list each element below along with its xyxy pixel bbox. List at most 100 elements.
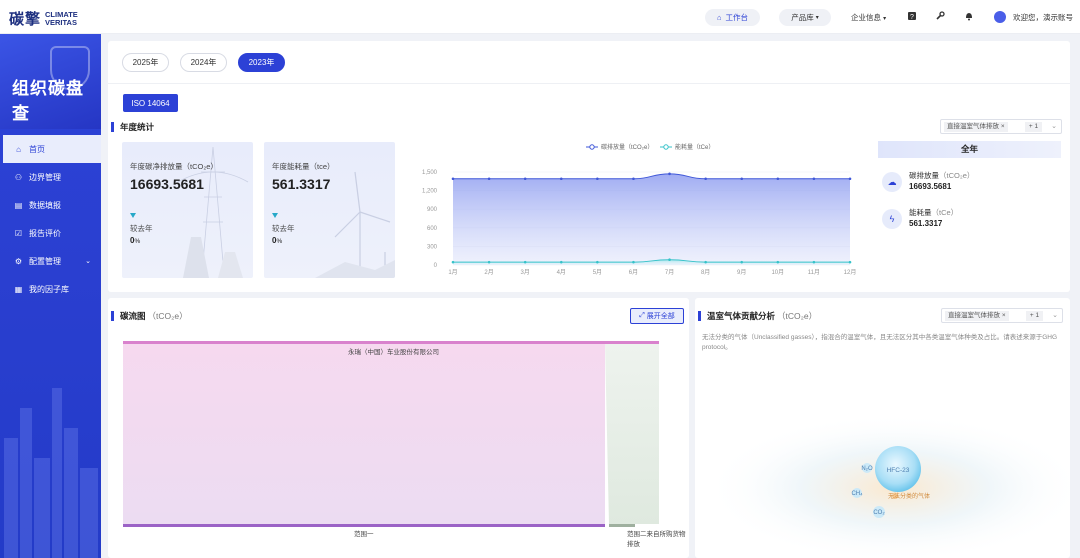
sidebar-banner: 组织碳盘查 <box>0 34 101 129</box>
total-energy-label: 能耗量（tCe） <box>909 207 958 218</box>
y-tick-label: 1,500 <box>422 170 438 176</box>
data-point <box>776 177 780 181</box>
year-selector: 2025年 2024年 2023年 <box>122 53 285 72</box>
help-icon[interactable]: ? <box>906 11 917 22</box>
label-n2o: N₂O <box>861 466 873 472</box>
total-emission-label: 碳排放量（tCO₂e） <box>909 170 974 181</box>
sidebar-item-home[interactable]: ⌂ 首页 <box>3 135 101 163</box>
stat-emission-compare-label: 较去年 <box>130 224 153 233</box>
products-dropdown[interactable]: 产品库 ▾ <box>779 9 831 26</box>
sankey-link-scope2[interactable] <box>605 344 659 524</box>
total-emission-label-text: 碳排放量 <box>909 171 939 180</box>
sidebar-item-label: 我的因子库 <box>29 284 69 294</box>
data-point <box>632 260 635 264</box>
sankey-node-scope2[interactable] <box>609 524 635 527</box>
filter-more-tag: + 1 <box>1025 122 1042 132</box>
x-tick-label: 5月 <box>593 269 602 276</box>
data-point <box>523 177 527 181</box>
legend-label: 碳排放量（tCO₂e） <box>601 143 653 151</box>
sidebar-item-config[interactable]: ⚙ 配置管理 ⌄ <box>0 247 101 275</box>
year-2025-button[interactable]: 2025年 <box>122 53 169 72</box>
data-point <box>668 258 671 262</box>
total-energy-unit: （tCe） <box>931 208 959 217</box>
sidebar-item-label: 首页 <box>29 144 45 154</box>
data-point <box>740 260 744 264</box>
label-hfc23: HFC-23 <box>887 467 910 474</box>
year-2024-button[interactable]: 2024年 <box>180 53 227 72</box>
standard-tab-iso14064[interactable]: ISO 14064 <box>123 94 178 112</box>
x-tick-label: 2月 <box>484 269 493 276</box>
annual-card: 2025年 2024年 2023年 ISO 14064 年度统计 直接温室气体排… <box>108 41 1070 292</box>
stat-card-emission: 年度碳净排放量（tCO₂e） 16693.5681 较去年 0% <box>122 142 253 278</box>
brand-logo[interactable]: 碳擎 CLIMATE VERITAS <box>9 8 85 29</box>
totals-header: 全年 <box>878 141 1061 158</box>
stat-energy-value: 561.3317 <box>272 176 331 192</box>
ghg-bubble-chart: HFC-23 N₂O CH₄ CO₂ 无法分类的气体 <box>705 413 1070 558</box>
sidebar-title: 组织碳盘查 <box>12 79 84 123</box>
bell-icon[interactable] <box>963 11 974 22</box>
sidebar-menu: ⌂ 首页 ⚇ 边界管理 ▤ 数据填报 ☑ 报告评价 ⚙ 配置管理 ⌄ ▦ 我的因… <box>0 135 101 303</box>
stat-energy-pct: 0% <box>272 236 282 245</box>
sidebar-item-report[interactable]: ☑ 报告评价 <box>0 219 101 247</box>
sankey-node-scope1[interactable] <box>123 524 605 527</box>
legend-label: 能耗量（tCe） <box>675 143 714 151</box>
trend-down-icon <box>130 213 136 218</box>
y-tick-label: 300 <box>427 244 438 250</box>
monthly-chart: 碳排放量（tCO₂e） 能耗量（tCe） 0 300 600 900 1,200 1,500… <box>422 143 856 276</box>
sankey-link-scope1[interactable] <box>123 344 605 524</box>
stat-emission-pct-unit: % <box>134 238 141 245</box>
org-icon: ⚇ <box>14 172 23 182</box>
config-icon: ⚙ <box>14 256 23 266</box>
x-tick-label: 10月 <box>771 269 784 276</box>
legend-marker <box>663 144 669 150</box>
chart-x-labels: 1月 2月 3月 4月 5月 6月 7月 8月 9月 10月 11月 12月 <box>448 269 856 276</box>
data-point <box>596 177 599 181</box>
data-point <box>596 260 599 264</box>
gas-type-select[interactable]: 直接温室气体排放 × + 1 ⌄ <box>940 119 1062 134</box>
sidebar-item-factor-library[interactable]: ▦ 我的因子库 <box>0 275 101 303</box>
x-tick-label: 9月 <box>737 269 746 276</box>
data-point <box>812 260 816 264</box>
data-point <box>776 260 780 264</box>
y-tick-label: 1,200 <box>422 189 438 195</box>
home-icon: ⌂ <box>16 144 21 154</box>
sankey-node-company[interactable] <box>123 341 659 344</box>
data-point <box>704 177 707 181</box>
sidebar-item-data-entry[interactable]: ▤ 数据填报 <box>0 191 101 219</box>
stat-energy-pct-unit: % <box>276 238 283 245</box>
data-point <box>740 177 744 181</box>
welcome-text: 欢迎您，演示账号 <box>1013 13 1073 22</box>
sankey-scope1-label: 范围一 <box>354 531 374 538</box>
stat-card-energy: 年度能耗量（tce） 561.3317 较去年 0% <box>264 142 395 278</box>
avatar[interactable] <box>994 11 1006 23</box>
year-2023-button[interactable]: 2023年 <box>238 53 285 72</box>
main-content: 2025年 2024年 2023年 ISO 14064 年度统计 直接温室气体排… <box>108 41 1070 558</box>
data-point <box>559 177 563 181</box>
data-point <box>668 172 671 176</box>
y-tick-label: 0 <box>434 263 438 269</box>
workbench-button[interactable]: ⌂ 工作台 <box>705 9 760 26</box>
data-point <box>848 177 852 181</box>
close-icon[interactable]: × <box>1001 123 1005 130</box>
label-unclassified: 无法分类的气体 <box>888 492 930 500</box>
annual-stats-title-text: 年度统计 <box>120 122 155 132</box>
data-point <box>704 260 707 264</box>
enterprise-dropdown[interactable]: 企业信息 ▾ <box>851 12 886 23</box>
stat-energy-compare-label: 较去年 <box>272 224 295 233</box>
label-ch4: CH₄ <box>851 491 863 497</box>
sankey-top-node-label: 永瑞（中国）车业股份有限公司 <box>348 349 439 356</box>
data-point <box>487 260 491 264</box>
report-icon: ☑ <box>14 228 23 238</box>
x-tick-label: 1月 <box>448 269 457 276</box>
x-tick-label: 11月 <box>808 269 820 276</box>
trend-down-icon <box>272 213 278 218</box>
data-point <box>523 260 527 264</box>
sidebar-item-boundary[interactable]: ⚇ 边界管理 <box>0 163 101 191</box>
total-energy-value: 561.3317 <box>909 219 943 228</box>
stat-emission-value: 16693.5681 <box>130 176 204 192</box>
caret-down-icon: ▾ <box>883 16 887 22</box>
wrench-icon[interactable] <box>934 11 945 22</box>
workbench-label: 工作台 <box>725 13 749 22</box>
chevron-down-icon: ⌄ <box>1051 123 1057 130</box>
brand-logo-en: CLIMATE VERITAS <box>45 9 78 27</box>
